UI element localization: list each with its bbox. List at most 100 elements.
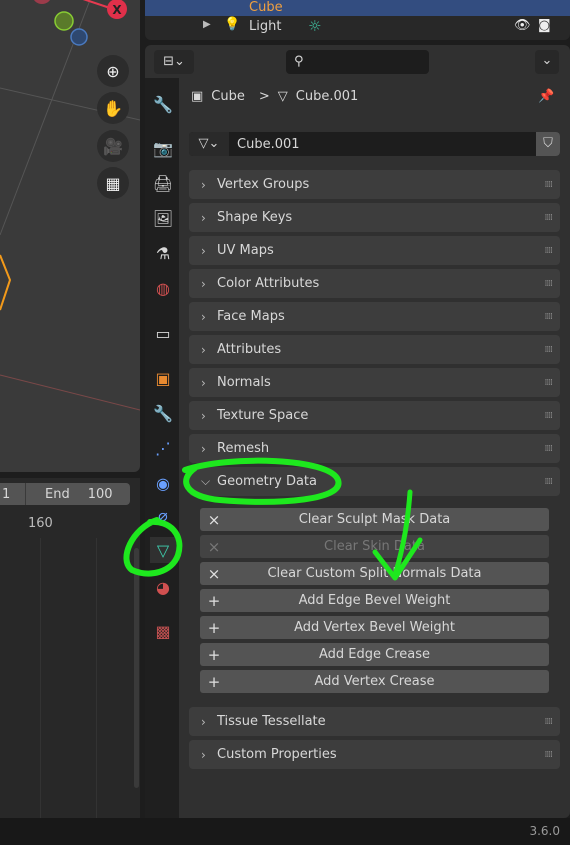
tool-tab-icon[interactable]: 🔧 [150,91,176,117]
breadcrumb-separator: > [258,89,270,104]
drag-grip-icon[interactable]: ⁞⁞⁞⁞ [545,279,554,289]
panel-title: Color Attributes [217,276,320,291]
panel-title: Geometry Data [217,474,317,489]
geometry-data-button[interactable]: × Clear Sculpt Mask Data [200,508,549,531]
panel-header[interactable]: › Shape Keys ⁞⁞⁞⁞ [189,203,560,232]
render-tab-icon[interactable]: 📷 [150,135,176,161]
chevron-right-icon: › [201,177,206,192]
drag-grip-icon[interactable]: ⁞⁞⁞⁞ [545,477,554,487]
physics-tab-icon[interactable]: ◉ [150,470,176,496]
mesh-name-field[interactable]: Cube.001 [237,137,536,152]
properties-tabs: 🔧 📷 🖨 🖼 ⚗ ◍ ▭ ▣ 🔧 ⋰ ◉ ⌀ ▽ ◕ ▩ [145,78,179,818]
chevron-right-icon: › [201,747,206,762]
output-tab-icon[interactable]: 🖨 [150,170,176,196]
chevron-down-icon: ⌵ [201,474,211,488]
panel-header[interactable]: › UV Maps ⁞⁞⁞⁞ [189,236,560,265]
panel-header[interactable]: › Tissue Tessellate ⁞⁞⁞⁞ [189,707,560,736]
chevron-right-icon: › [201,714,206,729]
grid-icon[interactable]: ▦ [97,167,129,199]
scrollbar[interactable] [134,548,139,788]
panel-header[interactable]: › Remesh ⁞⁞⁞⁞ [189,434,560,463]
chevron-right-icon: › [201,309,206,324]
panel-header[interactable]: › Attributes ⁞⁞⁞⁞ [189,335,560,364]
breadcrumb: ▣ Cube > ▽ Cube.001 [191,89,358,104]
end-frame-label: End [45,486,70,502]
view-layer-tab-icon[interactable]: 🖼 [150,205,176,231]
eye-visibility-icon[interactable]: 👁 [514,18,531,33]
material-tab-icon[interactable]: ◕ [150,574,176,600]
drag-grip-icon[interactable]: ⁞⁞⁞⁞ [545,180,554,190]
end-frame-value[interactable]: 100 [88,487,113,502]
object-tab-icon[interactable]: ▣ [150,365,176,391]
search-icon: ⚲ [294,54,304,69]
chevron-down-icon: ⌄ [541,53,553,68]
timeline[interactable]: 1 End 100 160 [0,478,140,818]
geometry-data-button[interactable]: × Clear Skin Data [200,535,549,558]
panel-title: Tissue Tessellate [217,714,326,729]
mesh-datablock-selector[interactable]: ▽⌄ Cube.001 ⛉ [189,132,560,156]
status-bar: 3.6.0 [0,818,570,845]
button-label: Clear Sculpt Mask Data [298,512,451,527]
zoom-icon[interactable]: ⊕ [97,55,129,87]
panel-header[interactable]: › Custom Properties ⁞⁞⁞⁞ [189,740,560,769]
start-frame-value[interactable]: 1 [0,487,25,502]
drag-grip-icon[interactable]: ⁞⁞⁞⁞ [545,717,554,727]
scene-tab-icon[interactable]: ⚗ [150,240,176,266]
constraints-tab-icon[interactable]: ⌀ [150,502,176,528]
camera-render-icon[interactable]: ◙ [538,18,551,33]
panel-header[interactable]: › Normals ⁞⁞⁞⁞ [189,368,560,397]
panel-title: Vertex Groups [217,177,310,192]
camera-icon[interactable]: 🎥 [97,130,129,162]
editor-type-dropdown[interactable]: ⊟⌄ [154,50,194,74]
drag-grip-icon[interactable]: ⁞⁞⁞⁞ [545,750,554,760]
panel-header[interactable]: › Face Maps ⁞⁞⁞⁞ [189,302,560,331]
world-tab-icon[interactable]: ◍ [150,275,176,301]
geometry-data-button[interactable]: + Add Vertex Bevel Weight [200,616,549,639]
modifier-wrench-tab-icon[interactable]: 🔧 [150,400,176,426]
collection-tab-icon[interactable]: ▭ [150,320,176,346]
panel-title: Texture Space [217,408,309,423]
panel-header[interactable]: › Color Attributes ⁞⁞⁞⁞ [189,269,560,298]
geometry-data-button[interactable]: + Add Edge Crease [200,643,549,666]
geometry-data-button[interactable]: + Add Vertex Crease [200,670,549,693]
frame-range[interactable]: 1 End 100 [0,483,130,505]
mesh-browse-icon[interactable]: ▽⌄ [189,132,229,156]
drag-grip-icon[interactable]: ⁞⁞⁞⁞ [545,444,554,454]
button-label: Clear Custom Split Normals Data [267,566,482,581]
drag-grip-icon[interactable]: ⁞⁞⁞⁞ [545,312,554,322]
drag-grip-icon[interactable]: ⁞⁞⁞⁞ [545,411,554,421]
particles-tab-icon[interactable]: ⋰ [150,435,176,461]
panel-header[interactable]: › Texture Space ⁞⁞⁞⁞ [189,401,560,430]
object-icon: ▣ [191,89,204,104]
chevron-right-icon: › [201,441,206,456]
options-dropdown[interactable]: ⌄ [535,50,559,74]
hand-pan-icon[interactable]: ✋ [97,92,129,124]
drag-grip-icon[interactable]: ⁞⁞⁞⁞ [545,378,554,388]
outliner-row-selected[interactable]: Cube [145,0,570,16]
panel-title: Attributes [217,342,282,357]
3d-viewport[interactable]: X ⊕ ✋ 🎥 ▦ [0,0,140,472]
plus-icon: + [207,591,221,610]
mesh-data-tab-icon[interactable]: ▽ [150,537,176,563]
geometry-data-button[interactable]: × Clear Custom Split Normals Data [200,562,549,585]
drag-grip-icon[interactable]: ⁞⁞⁞⁞ [545,213,554,223]
drag-grip-icon[interactable]: ⁞⁞⁞⁞ [545,345,554,355]
expand-arrow-icon[interactable]: ▶ [203,19,211,30]
drag-grip-icon[interactable]: ⁞⁞⁞⁞ [545,246,554,256]
light-data-icon: ☼ [308,17,322,35]
outliner[interactable]: Cube ▶ 💡 Light ☼ 👁 ◙ [145,0,570,40]
panel-header[interactable]: › Vertex Groups ⁞⁞⁞⁞ [189,170,560,199]
chevron-right-icon: › [201,210,206,225]
search-input[interactable]: ⚲ [286,50,429,74]
pin-icon[interactable]: 📌 [538,89,554,104]
panel-title: Shape Keys [217,210,293,225]
plus-icon: + [207,672,221,691]
fake-user-shield-icon[interactable]: ⛉ [536,132,560,156]
version-label: 3.6.0 [529,824,560,838]
outliner-row-light[interactable]: ▶ 💡 Light ☼ 👁 ◙ [145,16,570,38]
button-label: Add Vertex Bevel Weight [294,620,455,635]
texture-tab-icon[interactable]: ▩ [150,618,176,644]
geometry-data-button[interactable]: + Add Edge Bevel Weight [200,589,549,612]
panel-header[interactable]: ⌵ Geometry Data ⁞⁞⁞⁞ [189,467,560,496]
button-label: Clear Skin Data [324,539,425,554]
